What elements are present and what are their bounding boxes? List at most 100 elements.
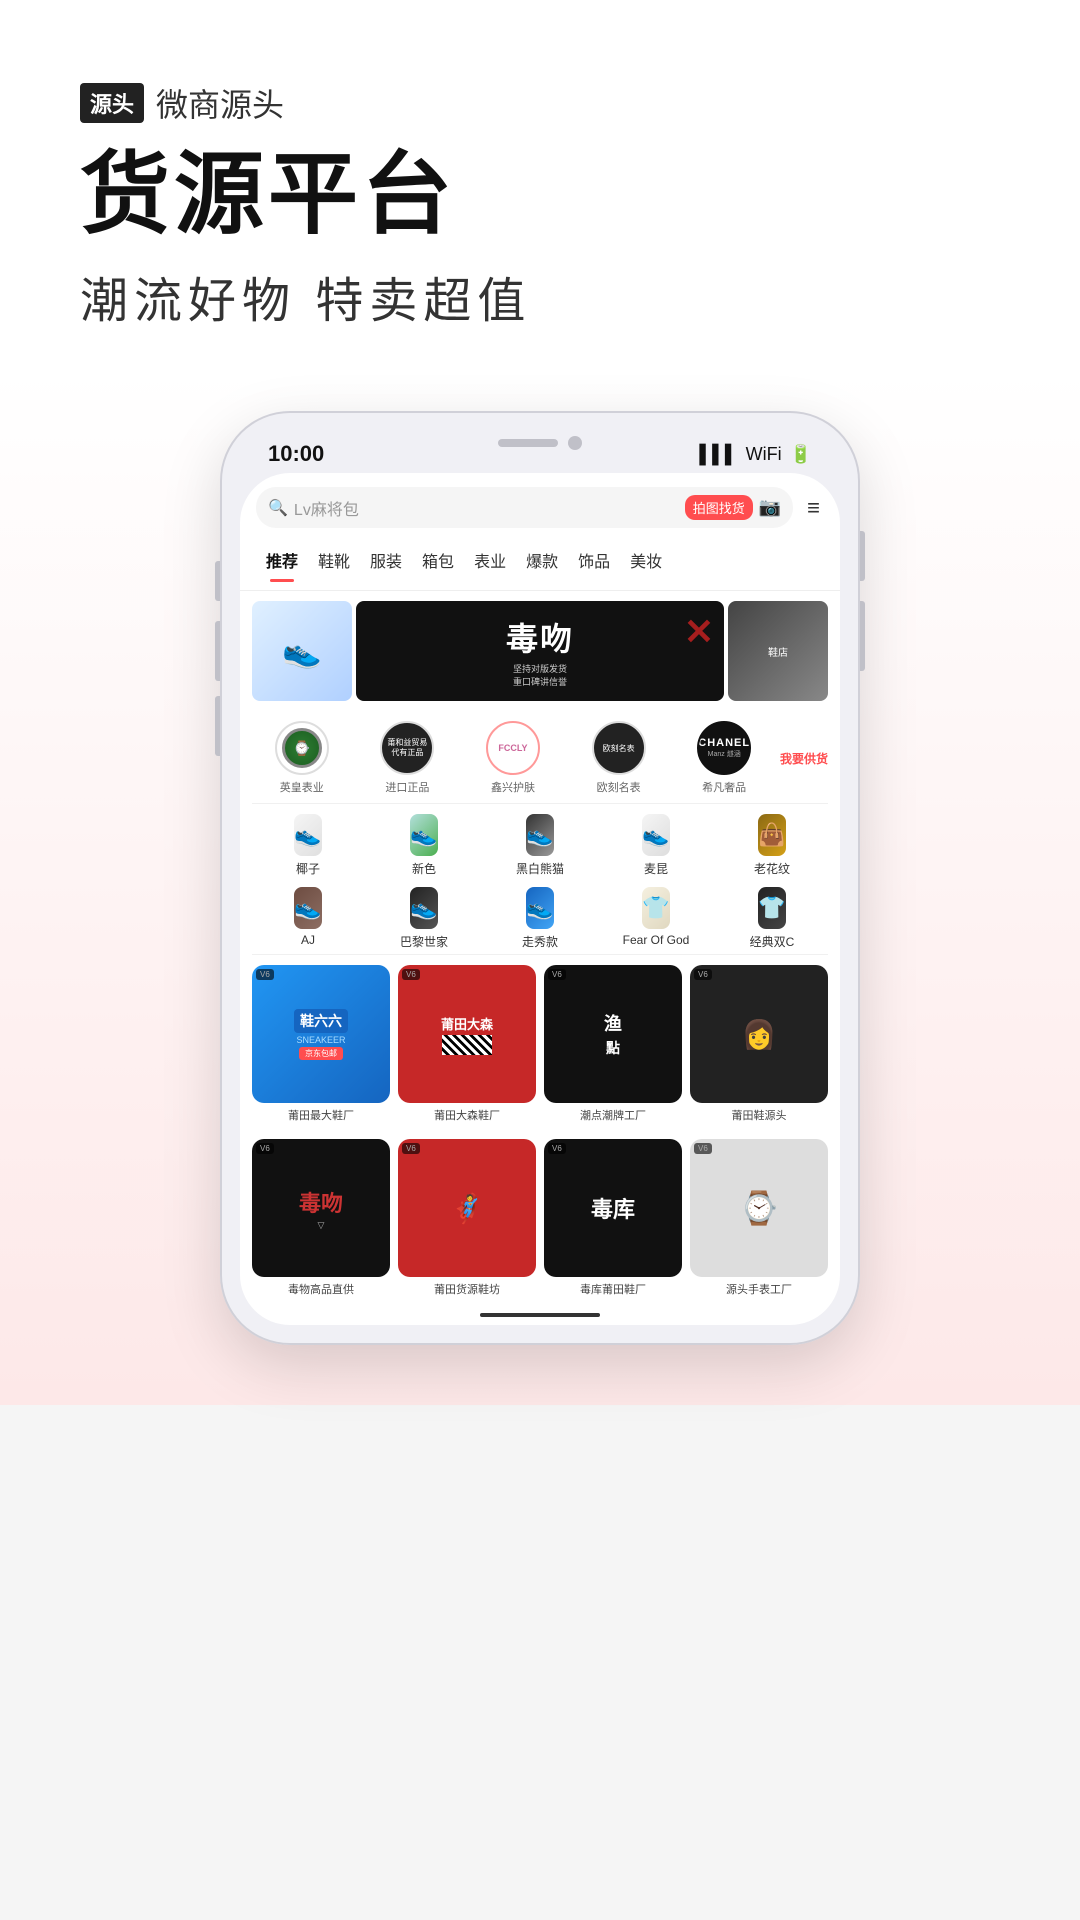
search-bar-area: 🔍 Lv麻将包 拍图找货 📷 ≡ — [240, 473, 840, 538]
brand-badge: 源头 微商源头 — [80, 80, 284, 126]
store-poison-image: V6 毒吻 ▽ — [252, 1139, 390, 1277]
banner-center[interactable]: 毒吻 坚持对版发货 重口碑讲信誉 ✕ — [356, 601, 724, 701]
runway-label: 走秀款 — [522, 933, 558, 950]
banner-tagline2: 重口碑讲信誉 — [506, 675, 574, 688]
supplier-item-1[interactable]: ⌚ 英皇表业 — [252, 721, 352, 795]
store-logo-trend2: 點 — [606, 1038, 620, 1058]
tab-bags[interactable]: 箱包 — [412, 542, 464, 578]
fog-label: Fear Of God — [623, 933, 690, 947]
supplier-item-5[interactable]: CHANEL Manz 燧涵 希凡奢品 — [674, 721, 774, 795]
lv-label: 老花纹 — [754, 860, 790, 877]
store-ptmax-label: 莆田最大鞋厂 — [288, 1107, 354, 1123]
doublee-label: 经典双C — [750, 933, 795, 950]
sub-title: 潮流好物 特卖超值 — [80, 261, 1000, 331]
store-watch-inner: ⌚ — [690, 1139, 828, 1277]
v6-badge: V6 — [256, 969, 274, 980]
store-duku[interactable]: V6 毒库 毒库莆田鞋厂 — [544, 1139, 682, 1297]
store-ptmax[interactable]: V6 鞋六六 SNEAKEER 京东包邮 莆田最大鞋厂 — [252, 965, 390, 1123]
product-fog[interactable]: 👕 Fear Of God — [598, 887, 714, 950]
fog-image: 👕 — [642, 887, 669, 929]
product-lv[interactable]: 👜 老花纹 — [714, 814, 830, 877]
store-ptsource-inner: 👩 — [690, 965, 828, 1103]
power-button — [860, 531, 865, 581]
store-ptsource-label: 莆田鞋源头 — [732, 1107, 787, 1123]
header-section: 源头 微商源头 货源平台 潮流好物 特卖超值 — [0, 0, 1080, 371]
product-runway[interactable]: 👟 走秀款 — [482, 887, 598, 950]
tab-cosmetics[interactable]: 美妆 — [620, 542, 672, 578]
supplier-label-4: 欧刻名表 — [597, 779, 641, 795]
product-balenciaga[interactable]: 👟 巴黎世家 — [366, 887, 482, 950]
duku-logo: 毒库 — [591, 1192, 635, 1224]
tab-watches[interactable]: 表业 — [464, 542, 516, 578]
store-ptsource[interactable]: V6 👩 莆田鞋源头 — [690, 965, 828, 1123]
product-mcqueen[interactable]: 👟 麦昆 — [598, 814, 714, 877]
supplier-circle-2: 莆和益贸易代有正品 — [380, 721, 434, 775]
newcolor-label: 新色 — [412, 860, 436, 877]
store-poison[interactable]: V6 毒吻 ▽ 毒物高品直供 — [252, 1139, 390, 1297]
store-duku-inner: 毒库 — [544, 1139, 682, 1277]
store-ptdaisen-inner: 莆田大森 — [398, 965, 536, 1103]
aj-image: 👟 — [294, 887, 321, 929]
tab-recommended[interactable]: 推荐 — [256, 542, 308, 578]
supplier-item-3[interactable]: FCCLY 鑫兴护肤 — [463, 721, 563, 795]
store-anime-inner: 🦸 — [398, 1139, 536, 1277]
mute-button — [215, 561, 220, 601]
store-logo-ptdaisen: 莆田大森 — [441, 1014, 493, 1033]
status-icons: ▌▌▌ WiFi 🔋 — [699, 444, 812, 465]
store-watch[interactable]: V6 ⌚ 源头手表工厂 — [690, 1139, 828, 1297]
brand-name: 微商源头 — [156, 80, 284, 126]
search-input-wrap[interactable]: 🔍 Lv麻将包 拍图找货 📷 — [256, 487, 793, 528]
store-trend-label: 潮点潮牌工厂 — [580, 1107, 646, 1123]
supply-btn-label: 我要供货 — [780, 750, 828, 767]
phone-frame: 10:00 ▌▌▌ WiFi 🔋 🔍 Lv麻将包 拍图找货 📷 ≡ — [220, 411, 860, 1345]
badge-icon: 源头 — [80, 83, 144, 123]
store-watch-label: 源头手表工厂 — [726, 1281, 792, 1297]
aj-label: AJ — [301, 933, 315, 947]
supplier-circle-5: CHANEL Manz 燧涵 — [697, 721, 751, 775]
supplier-circle-1: ⌚ — [275, 721, 329, 775]
product-newcolor[interactable]: 👟 新色 — [366, 814, 482, 877]
store-anime[interactable]: V6 🦸 莆田货源鞋坊 — [398, 1139, 536, 1297]
product-panda[interactable]: 👟 黑白熊猫 — [482, 814, 598, 877]
supply-button[interactable]: 我要供货 — [780, 750, 828, 767]
supplier-label-1: 英皇表业 — [280, 779, 324, 795]
supplier-item-2[interactable]: 莆和益贸易代有正品 进口正品 — [358, 721, 458, 795]
banner-right[interactable]: 鞋店 — [728, 601, 828, 701]
photo-search-button[interactable]: 拍图找货 — [685, 495, 753, 520]
store-ptdaisen-image: V6 莆田大森 — [398, 965, 536, 1103]
store-logo-ptmax-sub: SNEAKEER — [296, 1035, 345, 1045]
tab-shoes[interactable]: 鞋靴 — [308, 542, 360, 578]
store-poison-label: 毒物高品直供 — [288, 1281, 354, 1297]
banner-left[interactable]: 👟 — [252, 601, 352, 701]
panda-image: 👟 — [526, 814, 553, 856]
camera-icon[interactable]: 📷 — [759, 497, 781, 518]
store-ptmax-inner: 鞋六六 SNEAKEER 京东包邮 — [252, 965, 390, 1103]
product-doublee[interactable]: 👕 经典双C — [714, 887, 830, 950]
store-logo-ptmax: 鞋六六 — [294, 1009, 348, 1033]
store-ptdaisen[interactable]: V6 莆田大森 莆田大森鞋厂 — [398, 965, 536, 1123]
product-aj[interactable]: 👟 AJ — [250, 887, 366, 950]
store-duku-image: V6 毒库 — [544, 1139, 682, 1277]
banner-decoration: ✕ — [684, 611, 714, 653]
supplier-item-4[interactable]: 欧刻名表 欧刻名表 — [569, 721, 669, 795]
filter-button[interactable]: ≡ — [803, 495, 824, 521]
store-watch-image: V6 ⌚ — [690, 1139, 828, 1277]
supplier-label-2: 进口正品 — [385, 779, 429, 795]
product-coconut[interactable]: 👟 椰子 — [250, 814, 366, 877]
supplier-section: ⌚ 英皇表业 莆和益贸易代有正品 进口正品 FCCLY — [240, 711, 840, 801]
supplier-logo-5: CHANEL Manz 燧涵 — [698, 737, 750, 759]
tab-jewelry[interactable]: 饰品 — [568, 542, 620, 578]
tab-trending[interactable]: 爆款 — [516, 542, 568, 578]
supplier-logo-4: 欧刻名表 — [603, 743, 635, 754]
tab-clothing[interactable]: 服装 — [360, 542, 412, 578]
v6-badge-7: V6 — [548, 1143, 566, 1154]
speaker — [498, 439, 558, 447]
store-anime-image: V6 🦸 — [398, 1139, 536, 1277]
v6-badge-8: V6 — [694, 1143, 712, 1154]
jd-badge: 京东包邮 — [299, 1047, 343, 1060]
store-grid-1: V6 鞋六六 SNEAKEER 京东包邮 莆田最大鞋厂 V6 — [240, 957, 840, 1131]
main-title: 货源平台 — [80, 146, 1000, 245]
store-pattern — [442, 1035, 492, 1055]
store-trend[interactable]: V6 渔 點 潮点潮牌工厂 — [544, 965, 682, 1123]
signal-icon: ▌▌▌ — [699, 444, 737, 465]
